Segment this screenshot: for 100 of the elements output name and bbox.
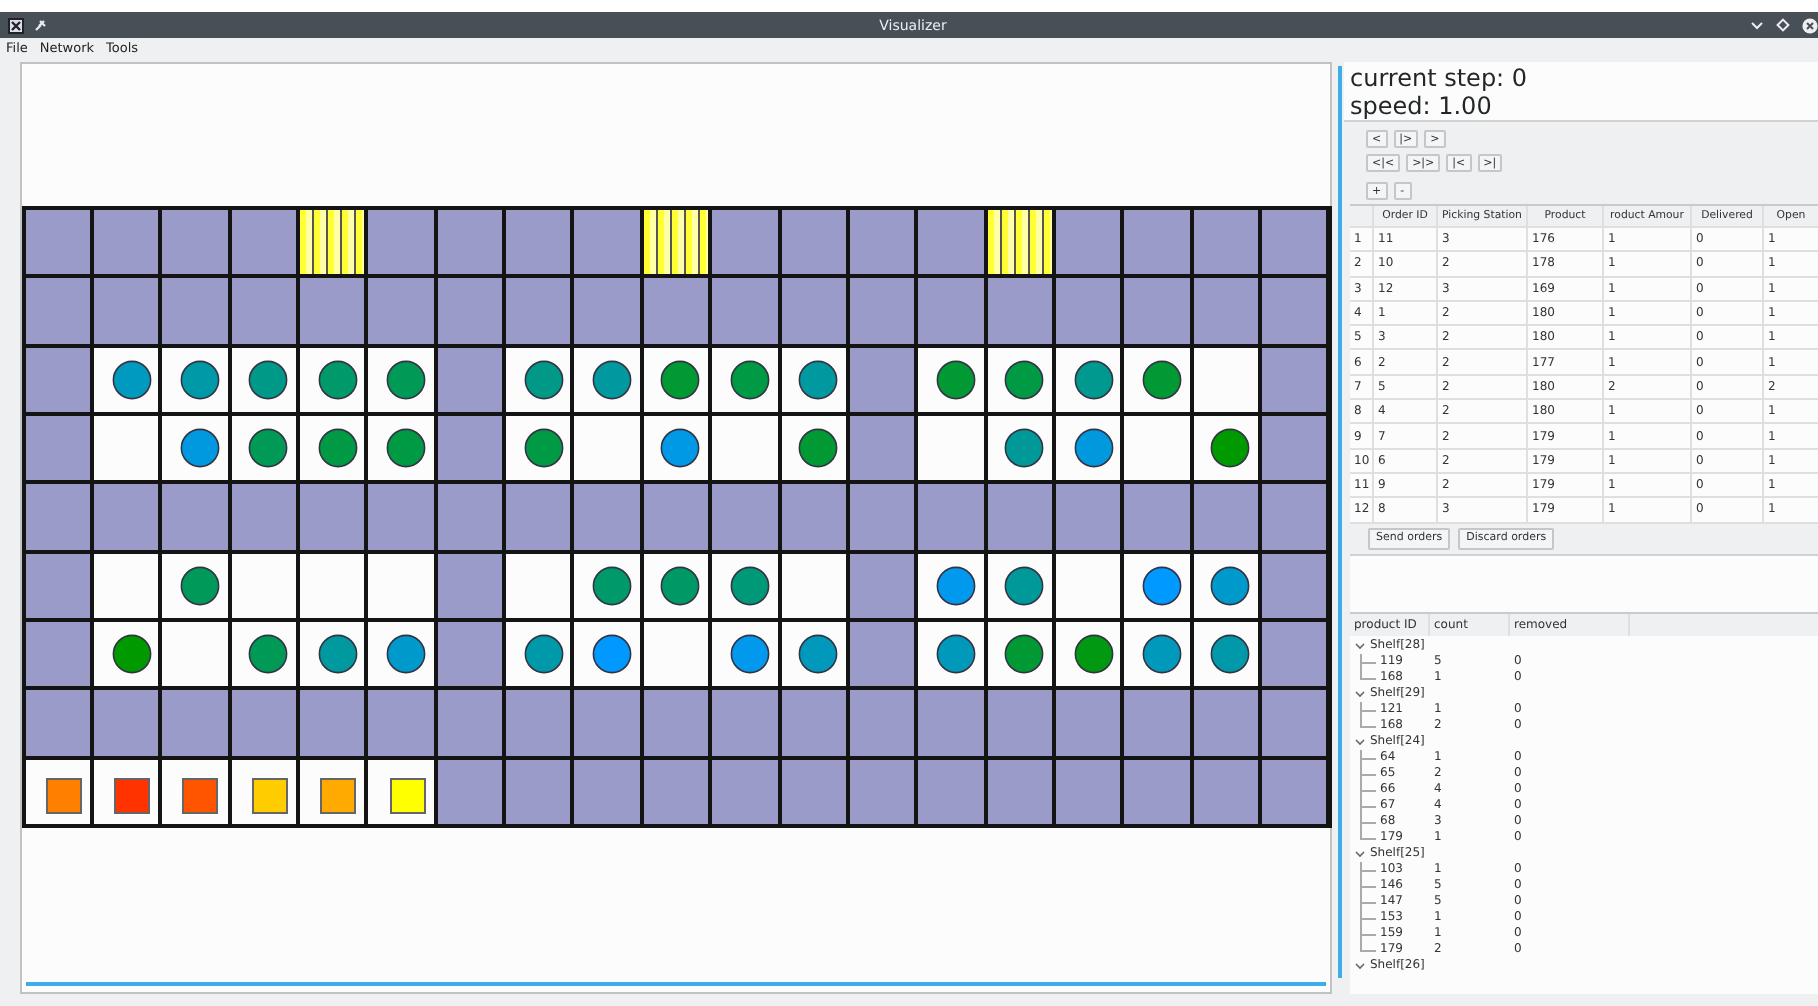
wall-cell: [93, 690, 159, 756]
wall-cell: [437, 347, 503, 412]
wall-cell: [712, 690, 778, 756]
wall-cell: [643, 690, 709, 756]
wall-cell: [918, 210, 984, 275]
wall-cell: [25, 278, 90, 344]
wall-cell: [1124, 759, 1190, 824]
wall-cell: [781, 210, 846, 275]
wall-cell: [712, 210, 778, 275]
wall-cell: [1124, 484, 1190, 550]
wall-cell: [849, 759, 915, 824]
wall-cell: [299, 484, 365, 550]
floor-cell: [1056, 553, 1121, 618]
chevron-down-icon[interactable]: [1354, 687, 1366, 700]
wall-cell: [162, 210, 228, 275]
floor-cell: [781, 553, 846, 618]
chevron-down-icon[interactable]: [1354, 847, 1366, 860]
wall-cell: [368, 278, 434, 344]
picking-station-cell: [987, 210, 1053, 275]
wall-cell: [1193, 278, 1259, 344]
wall-cell: [1056, 278, 1121, 344]
wall-cell: [1262, 278, 1327, 344]
floor-cell: [574, 415, 640, 481]
wall-cell: [506, 484, 571, 550]
wall-cell: [849, 278, 915, 344]
wall-cell: [918, 690, 984, 756]
wall-cell: [574, 210, 640, 275]
wall-cell: [849, 415, 915, 481]
wall-cell: [643, 759, 709, 824]
wall-cell: [437, 553, 503, 618]
wall-cell: [643, 278, 709, 344]
wall-cell: [437, 759, 503, 824]
wall-cell: [643, 484, 709, 550]
scrollbar[interactable]: [1338, 66, 1342, 978]
picking-station-cell: [643, 210, 709, 275]
wall-cell: [162, 484, 228, 550]
wall-cell: [231, 484, 296, 550]
wall-cell: [574, 278, 640, 344]
wall-cell: [25, 347, 90, 412]
wall-cell: [25, 415, 90, 481]
wall-cell: [1124, 690, 1190, 756]
wall-cell: [781, 690, 846, 756]
wall-cell: [1262, 347, 1327, 412]
chevron-down-icon[interactable]: [1354, 639, 1366, 652]
wall-cell: [1193, 210, 1259, 275]
floor-cell: [918, 415, 984, 481]
wall-cell: [506, 690, 571, 756]
wall-cell: [1124, 210, 1190, 275]
wall-cell: [712, 484, 778, 550]
wall-cell: [849, 484, 915, 550]
wall-cell: [437, 484, 503, 550]
wall-cell: [849, 690, 915, 756]
wall-cell: [368, 210, 434, 275]
chevron-down-icon: [1750, 18, 1764, 32]
wall-cell: [781, 278, 846, 344]
wall-cell: [918, 484, 984, 550]
wall-cell: [1262, 621, 1327, 687]
wall-cell: [781, 759, 846, 824]
wall-cell: [849, 553, 915, 618]
wall-cell: [1262, 484, 1327, 550]
diamond-icon: [1776, 18, 1790, 32]
wall-cell: [162, 278, 228, 344]
wall-cell: [93, 278, 159, 344]
wall-cell: [93, 484, 159, 550]
wall-cell: [574, 759, 640, 824]
wall-cell: [437, 621, 503, 687]
wall-cell: [506, 210, 571, 275]
wall-cell: [25, 553, 90, 618]
wall-cell: [25, 484, 90, 550]
wall-cell: [1056, 484, 1121, 550]
wall-cell: [1193, 484, 1259, 550]
wall-cell: [231, 210, 296, 275]
wall-cell: [849, 210, 915, 275]
wall-cell: [1262, 553, 1327, 618]
wall-cell: [1124, 278, 1190, 344]
wall-cell: [574, 484, 640, 550]
floor-cell: [506, 553, 571, 618]
floor-cell: [643, 621, 709, 687]
wall-cell: [1262, 210, 1327, 275]
wall-cell: [1262, 415, 1327, 481]
chevron-down-icon[interactable]: [1354, 959, 1366, 972]
app-icon: [8, 17, 24, 33]
wall-cell: [987, 759, 1053, 824]
wall-cell: [368, 690, 434, 756]
wall-cell: [574, 690, 640, 756]
wall-cell: [781, 484, 846, 550]
wall-cell: [506, 759, 571, 824]
chevron-down-icon[interactable]: [1354, 735, 1366, 748]
floor-cell: [162, 621, 228, 687]
wall-cell: [437, 278, 503, 344]
floor-cell: [93, 415, 159, 481]
speed-label: speed: 1.00: [1350, 92, 1494, 120]
floor-cell: [231, 553, 296, 618]
wall-cell: [25, 621, 90, 687]
wall-cell: [1193, 759, 1259, 824]
wall-cell: [712, 759, 778, 824]
wall-cell: [918, 278, 984, 344]
wall-cell: [299, 278, 365, 344]
wall-cell: [1193, 690, 1259, 756]
scrollbar[interactable]: [26, 982, 1326, 986]
